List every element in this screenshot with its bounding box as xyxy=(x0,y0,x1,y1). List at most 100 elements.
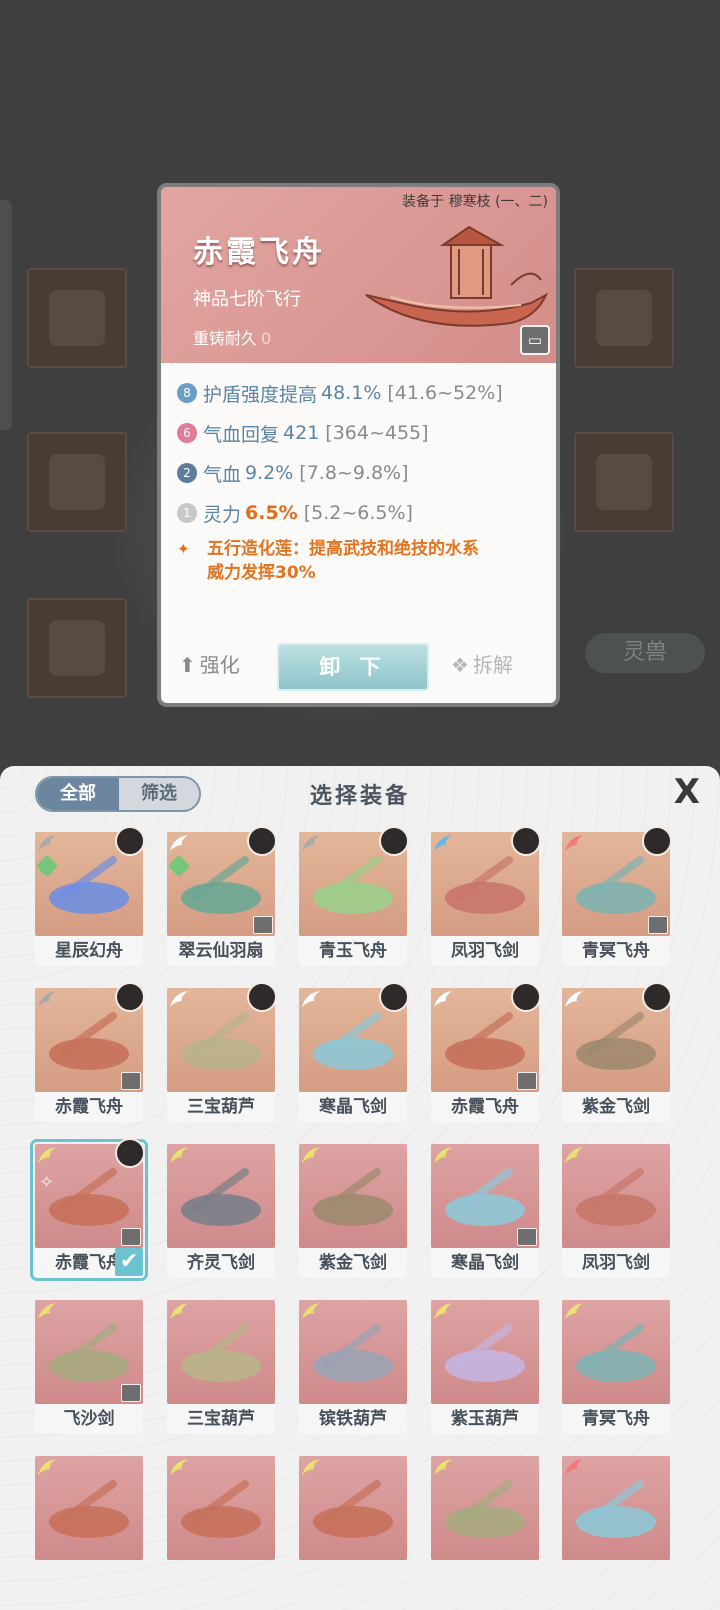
equipment-card[interactable]: 三宝葫芦 xyxy=(165,1298,277,1434)
equipment-name: 翠云仙羽扇 xyxy=(167,936,275,966)
equipment-card[interactable]: 青冥飞舟 xyxy=(560,826,672,966)
dismantle-button[interactable]: ❖ 拆解 xyxy=(451,649,513,678)
reforge-tag-icon xyxy=(253,916,273,934)
equip-slot[interactable] xyxy=(574,432,674,532)
equipped-character-avatar xyxy=(511,982,541,1012)
reforge-tag-icon xyxy=(517,1072,537,1090)
close-icon[interactable]: X xyxy=(674,772,700,812)
equipment-card[interactable]: 飞沙剑 xyxy=(33,1298,145,1434)
stat-value: 48.1% xyxy=(321,382,382,404)
equipment-card[interactable]: 青冥飞舟 xyxy=(560,1298,672,1434)
equipment-card[interactable]: 寒晶飞剑 xyxy=(429,1142,541,1278)
equipment-art-icon xyxy=(49,856,129,914)
reforge-tag-icon xyxy=(121,1384,141,1402)
equip-slot[interactable] xyxy=(574,268,674,368)
equipment-name: 寒晶飞剑 xyxy=(299,1092,407,1122)
stat-value: 421 xyxy=(283,422,320,444)
tab-filter[interactable]: 筛选 xyxy=(119,778,199,810)
lotus-effect-icon: ✧ xyxy=(39,1172,55,1193)
equip-slot[interactable] xyxy=(27,432,127,532)
stat-range: [5.2~6.5%] xyxy=(303,502,413,524)
equipment-card[interactable]: 星辰幻舟 xyxy=(33,826,145,966)
equipment-card[interactable]: 齐灵飞剑 xyxy=(165,1142,277,1278)
equip-slot[interactable] xyxy=(27,598,127,698)
equipment-art-icon xyxy=(181,1324,261,1382)
strengthen-label: 强化 xyxy=(199,653,240,677)
equipment-art-icon xyxy=(49,1168,129,1226)
equipment-card[interactable] xyxy=(297,1454,409,1590)
equipment-art-icon xyxy=(576,1012,656,1070)
equipment-card[interactable]: 三宝葫芦 xyxy=(165,982,277,1122)
equipment-card[interactable]: 紫玉葫芦 xyxy=(429,1298,541,1434)
equipment-card[interactable]: 寒晶飞剑 xyxy=(297,982,409,1122)
equipped-character-avatar xyxy=(115,826,145,856)
equipment-art-icon xyxy=(181,1480,261,1538)
equipment-art-icon xyxy=(49,1324,129,1382)
equipment-art-icon xyxy=(49,1012,129,1070)
reforge-tag-icon xyxy=(648,916,668,934)
equipped-character-avatar xyxy=(379,982,409,1012)
filter-segmented-control: 全部 筛选 xyxy=(35,776,201,812)
equipment-card[interactable]: ✧ 赤霞飞舟 ✔ xyxy=(30,1138,148,1281)
equipment-card[interactable]: 凤羽飞剑 xyxy=(560,1142,672,1278)
equipment-card[interactable]: 凤羽飞剑 xyxy=(429,826,541,966)
equipment-art-icon xyxy=(445,1168,525,1226)
durability: 重铸耐久 0 xyxy=(193,325,271,349)
equipment-name: 镔铁葫芦 xyxy=(299,1404,407,1434)
equip-slot[interactable] xyxy=(27,268,127,368)
equipped-character-avatar xyxy=(379,826,409,856)
wing-rank-icon xyxy=(38,991,56,1007)
equipped-on-label: 装备于 穆寒枝 (一、二) xyxy=(402,194,548,210)
equipment-card[interactable]: 赤霞飞舟 xyxy=(33,982,145,1122)
equipment-name: 寒晶飞剑 xyxy=(431,1248,539,1278)
equipment-card[interactable]: 紫金飞剑 xyxy=(297,1142,409,1278)
reforge-tag-icon xyxy=(517,1228,537,1246)
selected-check-icon: ✔ xyxy=(115,1248,143,1276)
wing-rank-icon xyxy=(302,1303,320,1319)
equipment-art-icon xyxy=(576,1168,656,1226)
equipment-name: 赤霞飞舟 xyxy=(431,1092,539,1122)
wing-rank-icon xyxy=(565,1303,583,1319)
equipment-card[interactable] xyxy=(560,1454,672,1590)
wing-rank-icon xyxy=(170,1303,188,1319)
stat-row: 6 气血回复 421 [364~455] xyxy=(177,413,542,453)
wing-rank-icon xyxy=(38,835,56,851)
wing-rank-icon xyxy=(434,1303,452,1319)
wing-rank-icon xyxy=(38,1147,56,1163)
dismantle-label: 拆解 xyxy=(472,653,513,677)
stat-label: 气血回复 xyxy=(203,423,280,446)
shatter-icon: ❖ xyxy=(451,653,469,677)
equipment-card[interactable]: 镔铁葫芦 xyxy=(297,1298,409,1434)
item-detail-popup: 装备于 穆寒枝 (一、二) 赤霞飞舟 神品七阶飞行 重铸耐久 0 ▭ 8 护盾强度… xyxy=(157,183,560,707)
stat-label: 气血 xyxy=(203,463,242,486)
equipment-card[interactable]: 翠云仙羽扇 xyxy=(165,826,277,966)
stat-level-badge: 6 xyxy=(177,423,197,443)
tab-all[interactable]: 全部 xyxy=(37,778,119,810)
equipment-art-icon xyxy=(313,1012,393,1070)
wing-rank-icon xyxy=(302,1459,320,1475)
unequip-button[interactable]: 卸 下 xyxy=(277,643,429,691)
effect-text-line2: 威力发挥30% xyxy=(207,563,316,583)
equipment-art-icon xyxy=(445,1012,525,1070)
equipment-card[interactable] xyxy=(429,1454,541,1590)
equipment-name: 凤羽飞剑 xyxy=(431,936,539,966)
equipment-card[interactable] xyxy=(33,1454,145,1590)
equipment-name: 青冥飞舟 xyxy=(562,936,670,966)
wing-rank-icon xyxy=(565,835,583,851)
spirit-beast-tab[interactable]: 灵兽 xyxy=(585,633,705,673)
equipment-card[interactable]: 紫金飞剑 xyxy=(560,982,672,1122)
wing-rank-icon xyxy=(434,835,452,851)
strengthen-button[interactable]: ⬆ 强化 xyxy=(179,649,240,678)
reforge-icon[interactable]: ▭ xyxy=(520,325,550,355)
equipment-card[interactable]: 青玉飞舟 xyxy=(297,826,409,966)
effect-text-line1: 五行造化莲：提高武技和绝技的水系 xyxy=(207,539,479,559)
equipment-card[interactable]: 赤霞飞舟 xyxy=(429,982,541,1122)
side-drawer-tab[interactable] xyxy=(0,200,12,430)
select-equipment-panel: 选择装备 全部 筛选 X 星辰幻舟 翠云仙羽扇 青玉飞舟 凤羽飞剑 青冥飞舟 赤霞飞舟 三宝… xyxy=(0,766,720,1610)
equipment-name: 三宝葫芦 xyxy=(167,1404,275,1434)
stat-level-badge: 1 xyxy=(177,503,197,523)
wing-rank-icon xyxy=(434,1147,452,1163)
equipment-card[interactable] xyxy=(165,1454,277,1590)
stat-level-badge: 2 xyxy=(177,463,197,483)
equipped-character-avatar xyxy=(642,826,672,856)
